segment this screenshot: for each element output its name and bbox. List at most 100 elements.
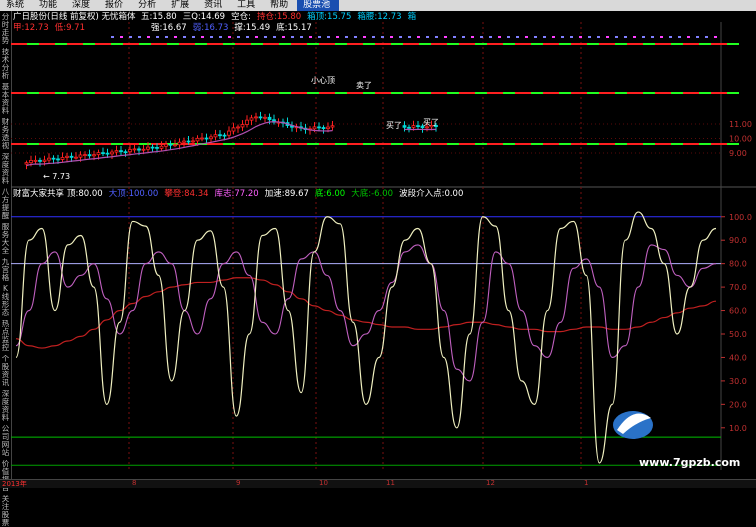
candle-body — [209, 136, 213, 140]
signal-dot — [111, 36, 114, 38]
candle-body — [78, 154, 83, 158]
candle-body — [29, 160, 33, 164]
x-year-label: 2013年 — [2, 480, 27, 488]
signal-dot — [453, 36, 456, 38]
kline-stat3-0: 强:16.67 — [151, 23, 187, 33]
kline-stat2-1: 低:9.71 — [55, 22, 85, 33]
osc-stat-5: 底:6.00 — [315, 188, 345, 199]
side-tab-11[interactable]: 深度资料 — [0, 390, 11, 422]
side-tab-9[interactable]: 热点监控 — [0, 320, 11, 352]
signal-dot — [570, 36, 573, 38]
kline-stat-0: 五:15.80 — [141, 12, 177, 22]
side-tab-10[interactable]: 个股资讯 — [0, 355, 11, 387]
candle-body — [101, 152, 105, 155]
side-tab-4[interactable]: 深度资料 — [0, 153, 11, 185]
candle-body — [132, 148, 137, 151]
candle-body — [128, 149, 132, 153]
candle-body — [249, 117, 254, 121]
candle-body — [245, 119, 249, 125]
candle-body — [56, 158, 60, 161]
signal-dot — [471, 36, 474, 38]
signal-dot — [273, 36, 276, 38]
signal-dot — [192, 36, 195, 38]
signal-dot — [246, 36, 249, 38]
signal-dot — [363, 36, 366, 38]
side-tab-7[interactable]: 九宫格 — [0, 258, 11, 282]
candle-body — [47, 157, 51, 161]
signal-dot — [543, 36, 546, 38]
side-tab-2[interactable]: 基本资料 — [0, 83, 11, 115]
osc-stat-6: 大底:-6.00 — [351, 188, 393, 199]
kline-annotation-2: 买了 — [386, 121, 402, 130]
osc-title: 财富大家共享 — [13, 188, 65, 199]
candle-body — [60, 157, 65, 160]
side-tab-0[interactable]: 分时走势 — [0, 13, 11, 45]
chart-area: 广日股份(日线 前复权) 无忧箱体 五:15.80 三Q:14.69 空仓: 持仓:15… — [11, 11, 756, 470]
candle-body — [177, 141, 182, 146]
signal-dot — [408, 36, 411, 38]
candle-body — [173, 144, 177, 147]
signal-dot — [687, 36, 690, 38]
signal-dot — [597, 36, 600, 38]
candle-body — [267, 116, 272, 121]
candle-body — [38, 159, 42, 162]
signal-dot — [219, 36, 222, 38]
side-tab-14[interactable]: 关注股票 — [0, 495, 11, 527]
kline-stat-1: 三Q:14.69 — [183, 12, 225, 22]
candle-body — [155, 146, 159, 149]
candle-body — [182, 140, 186, 143]
osc-ytick-2: 80.0 — [729, 260, 747, 269]
signal-dot — [579, 36, 582, 38]
candle-body — [92, 154, 96, 157]
candle-body — [227, 130, 231, 136]
signal-dot — [669, 36, 672, 38]
signal-dot — [120, 36, 123, 38]
side-tab-3[interactable]: 财务透视 — [0, 118, 11, 150]
osc-ytick-6: 40.0 — [729, 353, 747, 362]
kline-stat: 五:15.80 三Q:14.69 空仓: 持仓:15.80 箱顶:15.75 箱腰:12.… — [141, 11, 417, 22]
osc-ytick-7: 30.0 — [729, 377, 747, 386]
osc-ytick-1: 90.0 — [729, 236, 747, 245]
osc-ytick-5: 50.0 — [729, 330, 747, 339]
kline-stat-3: 持仓:15.80 — [257, 11, 301, 22]
side-tab-5[interactable]: 八方提醒 — [0, 188, 11, 220]
candle-body — [326, 126, 330, 129]
signal-dot — [156, 36, 159, 38]
signal-dot — [129, 36, 132, 38]
candle-body — [195, 137, 200, 142]
signal-dot — [381, 36, 384, 38]
candle-body — [321, 127, 326, 129]
x-tick-label-0: 8 — [132, 479, 137, 487]
candle-body — [65, 155, 69, 158]
signal-dot — [462, 36, 465, 38]
x-tick-label-2: 10 — [319, 479, 328, 487]
candle-body — [231, 127, 236, 132]
candle-body — [254, 116, 258, 119]
candle-body — [51, 157, 56, 160]
candle-body — [159, 145, 164, 149]
signal-dot — [417, 36, 420, 38]
candle-body — [240, 124, 245, 128]
candle-body — [263, 116, 267, 119]
side-tab-8[interactable]: K线形态 — [0, 285, 11, 317]
signal-dot — [201, 36, 204, 38]
candle-body — [402, 125, 407, 128]
x-tick-label-5: 1 — [584, 479, 589, 487]
candle-body — [83, 154, 87, 157]
signal-dot — [228, 36, 231, 38]
signal-dot — [498, 36, 501, 38]
side-tab-1[interactable]: 技术分析 — [0, 48, 11, 80]
osc-stat-4: 加速:89.67 — [265, 188, 309, 199]
candle-body — [74, 156, 78, 159]
side-tab-12[interactable]: 公司网站 — [0, 425, 11, 457]
signal-dot — [237, 36, 240, 38]
x-tick-label-4: 12 — [486, 479, 495, 487]
candle-body — [137, 148, 141, 151]
signal-dot — [300, 36, 303, 38]
signal-dot — [336, 36, 339, 38]
signal-dot — [507, 36, 510, 38]
signal-dot — [696, 36, 699, 38]
kline-ytick-2: 9.00 — [729, 149, 747, 158]
candle-body — [200, 137, 204, 140]
side-tab-6[interactable]: 服务大全 — [0, 223, 11, 255]
